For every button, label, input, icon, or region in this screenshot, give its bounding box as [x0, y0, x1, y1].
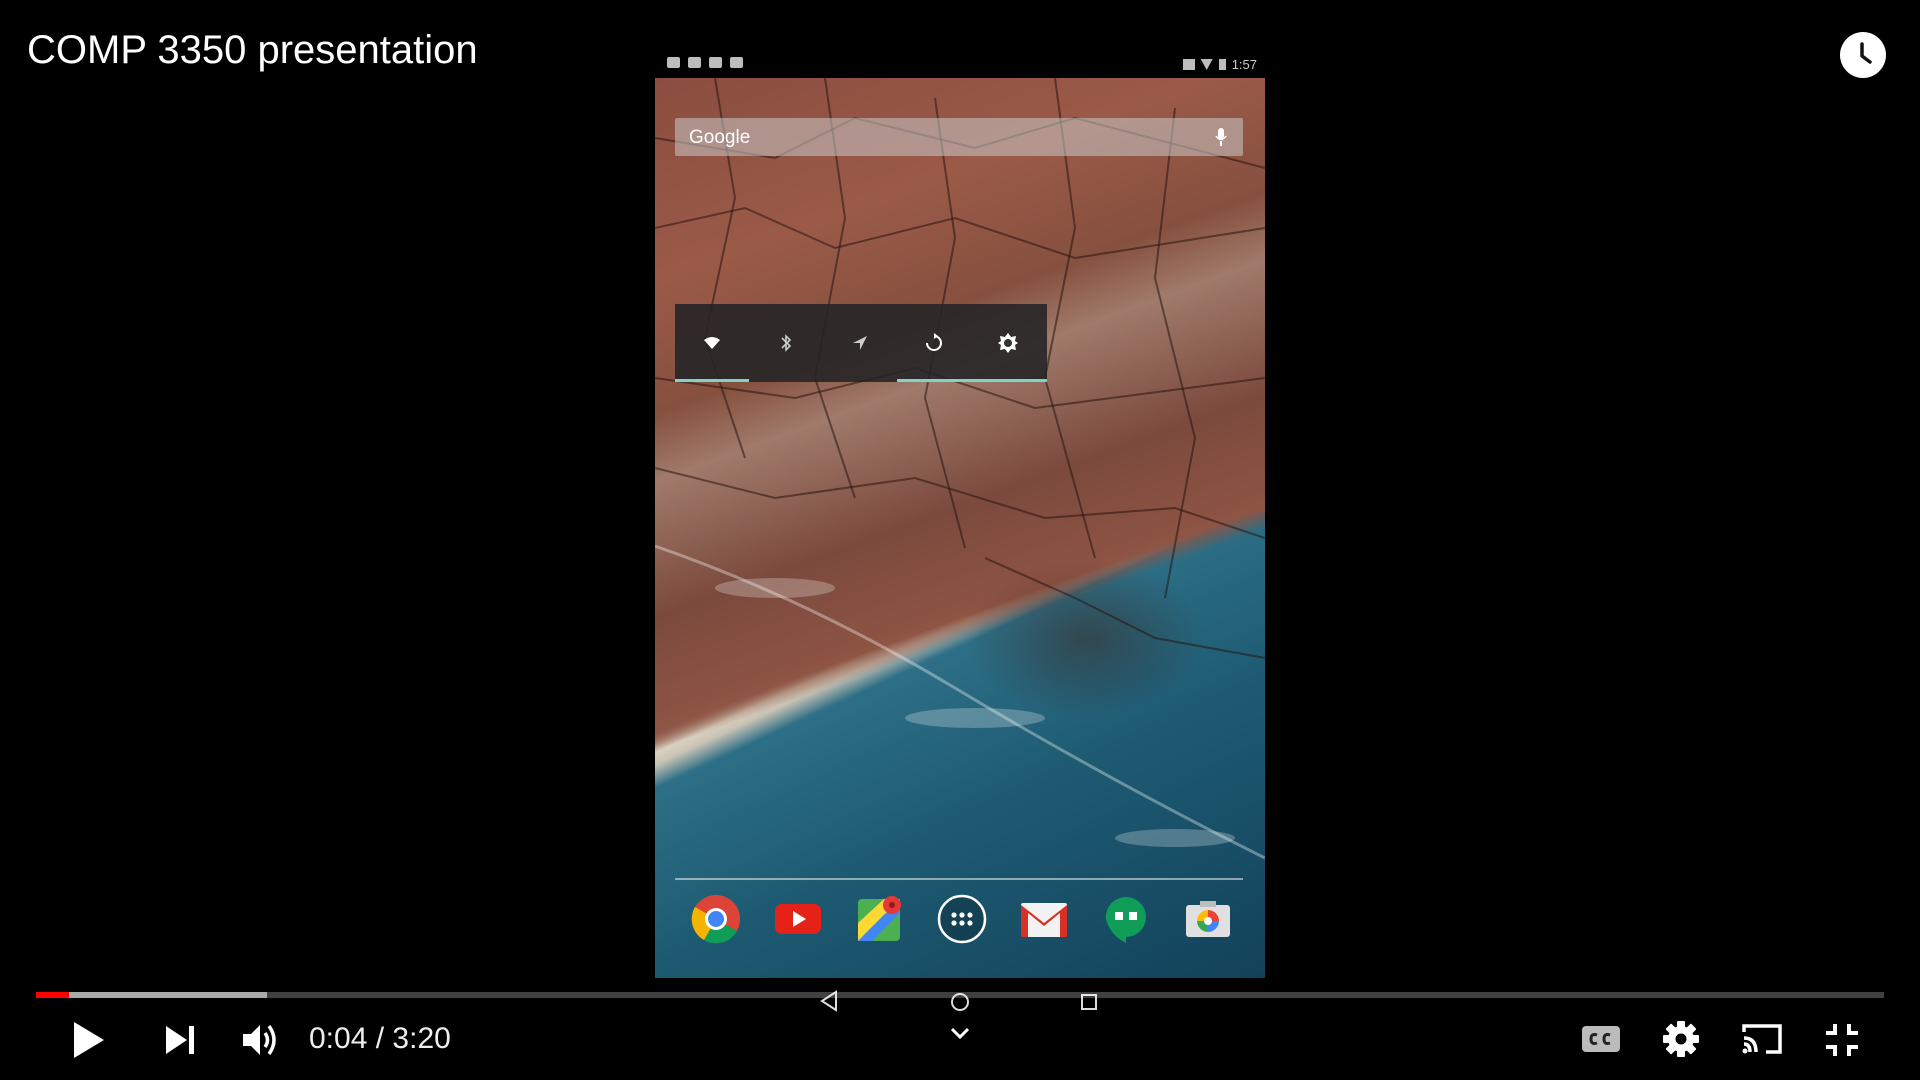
app-dock: [655, 893, 1265, 973]
sync-icon: [926, 333, 942, 351]
cast-icon: [1742, 1024, 1782, 1054]
chevron-down-icon[interactable]: [950, 1026, 970, 1040]
progress-loaded: [36, 992, 267, 998]
mail-notification-icon: [688, 57, 701, 68]
settings-button[interactable]: [1662, 1020, 1700, 1063]
gmail-app-icon[interactable]: [1018, 893, 1070, 945]
bluetooth-icon: [781, 334, 792, 352]
time-separator: /: [375, 1022, 385, 1055]
battery-icon: [1218, 59, 1226, 70]
wifi-status-icon: [1200, 59, 1213, 70]
power-control-widget: [675, 304, 1047, 382]
progress-played: [36, 992, 70, 998]
chrome-app-icon[interactable]: [690, 893, 742, 945]
progress-bar[interactable]: [36, 992, 1884, 998]
camera-notification-icon: [667, 57, 680, 68]
captions-icon: [1582, 1026, 1620, 1052]
hangouts-app-icon[interactable]: [1100, 893, 1152, 945]
location-toggle[interactable]: [823, 304, 897, 382]
dock-divider: [675, 878, 1243, 880]
time-display: 0:04 / 3:20: [309, 1022, 451, 1056]
cast-status-icon: [1182, 59, 1195, 70]
next-button[interactable]: [163, 1024, 197, 1061]
mic-icon[interactable]: [1215, 128, 1227, 146]
wifi-toggle[interactable]: [675, 304, 749, 382]
clock-icon: [1860, 42, 1872, 64]
video-title[interactable]: COMP 3350 presentation: [27, 28, 478, 73]
gear-icon: [1663, 1021, 1699, 1057]
brightness-icon: [998, 333, 1018, 353]
sync-toggle[interactable]: [897, 304, 971, 382]
exit-fullscreen-button[interactable]: [1824, 1022, 1860, 1063]
wallpaper-texture: [655, 78, 1265, 860]
time-current: 0:04: [309, 1022, 368, 1055]
volume-button[interactable]: [240, 1021, 280, 1064]
bluetooth-toggle[interactable]: [749, 304, 823, 382]
maps-app-icon[interactable]: [854, 893, 906, 945]
android-notification-icon: [709, 57, 722, 68]
next-icon: [166, 1026, 194, 1054]
app-drawer-icon[interactable]: [936, 893, 988, 945]
location-icon: [853, 336, 867, 350]
store-notification-icon: [730, 57, 743, 68]
play-button[interactable]: [68, 1018, 108, 1067]
cast-button[interactable]: [1740, 1022, 1784, 1061]
photos-app-icon[interactable]: [1182, 893, 1234, 945]
android-status-bar: 1:57: [655, 48, 1265, 78]
wallpaper: Google: [655, 78, 1265, 978]
time-total: 3:20: [392, 1022, 451, 1055]
captions-button[interactable]: [1580, 1024, 1622, 1059]
wifi-icon: [704, 337, 720, 349]
play-icon: [74, 1022, 104, 1058]
watch-later-button[interactable]: [1840, 32, 1886, 78]
google-search-label: Google: [689, 127, 751, 148]
brightness-toggle[interactable]: [971, 304, 1047, 382]
youtube-app-icon[interactable]: [772, 893, 824, 945]
volume-icon: [243, 1024, 276, 1056]
status-clock: 1:57: [1231, 57, 1257, 72]
phone-screen: 1:57 Google: [655, 48, 1265, 978]
exit-fullscreen-icon: [1826, 1024, 1858, 1056]
google-search-bar[interactable]: Google: [675, 118, 1243, 156]
